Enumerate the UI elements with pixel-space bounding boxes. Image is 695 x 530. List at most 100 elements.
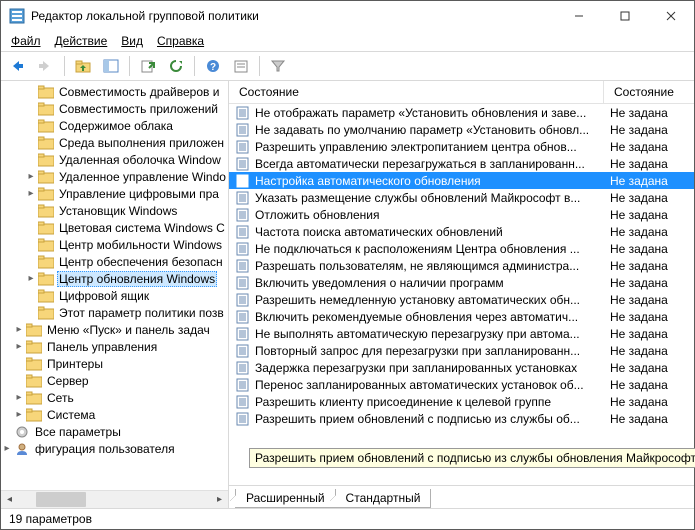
svg-text:?: ?	[210, 62, 216, 73]
list-row[interactable]: Всегда автоматически перезагружаться в з…	[229, 155, 694, 172]
list-row[interactable]: Разрешить прием обновлений с подписью из…	[229, 410, 694, 427]
row-text: Не выполнять автоматическую перезагрузку…	[255, 327, 604, 341]
tree-item[interactable]: ▸Панель управления	[1, 338, 228, 355]
maximize-button[interactable]	[602, 1, 648, 31]
list-row[interactable]: Не отображать параметр «Установить обнов…	[229, 104, 694, 121]
tree-item-label: Принтеры	[45, 357, 105, 371]
tree-item-label: Среда выполнения приложен	[57, 136, 226, 150]
tree-item[interactable]: Совместимость приложений	[1, 100, 228, 117]
tab-standard[interactable]: Стандартный	[335, 489, 432, 508]
row-status: Не задана	[604, 378, 694, 392]
list-header[interactable]: Состояние Состояние	[229, 81, 694, 104]
up-button[interactable]	[70, 54, 96, 78]
minimize-button[interactable]	[556, 1, 602, 31]
menu-action[interactable]: Действие	[55, 34, 108, 48]
tree-item[interactable]: ▸Меню «Пуск» и панель задач	[1, 321, 228, 338]
list-row[interactable]: Разрешить управлению электропитанием цен…	[229, 138, 694, 155]
tree-item-label: Удаленная оболочка Window	[57, 153, 223, 167]
close-button[interactable]	[648, 1, 694, 31]
tree-item[interactable]: ▸Центр обновления Windows	[1, 270, 228, 287]
list-row[interactable]: Перенос запланированных автоматических у…	[229, 376, 694, 393]
list-row[interactable]: Включить рекомендуемые обновления через …	[229, 308, 694, 325]
list-row[interactable]: Разрешать пользователям, не являющимся а…	[229, 257, 694, 274]
tree-item[interactable]: Центр мобильности Windows	[1, 236, 228, 253]
row-status: Не задана	[604, 106, 694, 120]
settings-list[interactable]: Не отображать параметр «Установить обнов…	[229, 104, 694, 485]
tree-item[interactable]: Цифровой ящик	[1, 287, 228, 304]
row-text: Всегда автоматически перезагружаться в з…	[255, 157, 604, 171]
tree-item[interactable]: ▸Система	[1, 406, 228, 423]
row-status: Не задана	[604, 191, 694, 205]
tree-item[interactable]: Центр обеспечения безопасн	[1, 253, 228, 270]
list-row[interactable]: Не подключаться к расположениям Центра о…	[229, 240, 694, 257]
toolbar: ?	[1, 52, 694, 81]
tree-item[interactable]: ▸Управление цифровыми пра	[1, 185, 228, 202]
refresh-button[interactable]	[163, 54, 189, 78]
row-text: Частота поиска автоматических обновлений	[255, 225, 604, 239]
tree-item-label: Центр обеспечения безопасн	[57, 255, 225, 269]
tree-item-label: Панель управления	[45, 340, 159, 354]
list-row[interactable]: Указать размещение службы обновлений Май…	[229, 189, 694, 206]
tree-item[interactable]: Содержимое облака	[1, 117, 228, 134]
row-status: Не задана	[604, 327, 694, 341]
menu-file[interactable]: Файл	[11, 34, 41, 48]
tree-item-label: Совместимость приложений	[57, 102, 220, 116]
tree-item[interactable]: Совместимость драйверов и	[1, 83, 228, 100]
row-text: Указать размещение службы обновлений Май…	[255, 191, 604, 205]
tree-item[interactable]: ▸Удаленное управление Windo	[1, 168, 228, 185]
tree-item[interactable]: Установщик Windows	[1, 202, 228, 219]
col-header-1[interactable]: Состояние	[229, 81, 604, 103]
row-status: Не задана	[604, 140, 694, 154]
list-row[interactable]: Не задавать по умолчанию параметр «Устан…	[229, 121, 694, 138]
list-row[interactable]: Разрешить немедленную установку автомати…	[229, 291, 694, 308]
app-window: Редактор локальной групповой политики Фа…	[0, 0, 695, 530]
row-text: Повторный запрос для перезагрузки при за…	[255, 344, 604, 358]
list-row[interactable]: Задержка перезагрузки при запланированны…	[229, 359, 694, 376]
list-row[interactable]: Частота поиска автоматических обновлений…	[229, 223, 694, 240]
show-hide-tree-button[interactable]	[98, 54, 124, 78]
tree-item-label: Содержимое облака	[57, 119, 175, 133]
tree-item[interactable]: Цветовая система Windows C	[1, 219, 228, 236]
row-text: Настройка автоматического обновления	[255, 174, 604, 188]
tree-item[interactable]: ▸Сеть	[1, 389, 228, 406]
filter-button[interactable]	[265, 54, 291, 78]
main-body: Совместимость драйверов и Совместимость п…	[1, 81, 694, 508]
row-text: Отложить обновления	[255, 208, 604, 222]
tree-item[interactable]: Этот параметр политики позв	[1, 304, 228, 321]
tree-item[interactable]: Удаленная оболочка Window	[1, 151, 228, 168]
tree-item[interactable]: Все параметры	[1, 423, 228, 440]
forward-button[interactable]	[33, 54, 59, 78]
back-button[interactable]	[5, 54, 31, 78]
tree-pane[interactable]: Совместимость драйверов и Совместимость п…	[1, 81, 229, 508]
tree-item-label: Цифровой ящик	[57, 289, 151, 303]
tree-item-label: Цветовая система Windows C	[57, 221, 227, 235]
menu-view[interactable]: Вид	[121, 34, 143, 48]
tree-item-label: Этот параметр политики позв	[57, 306, 226, 320]
tree-item[interactable]: Среда выполнения приложен	[1, 134, 228, 151]
menu-help[interactable]: Справка	[157, 34, 204, 48]
row-text: Не подключаться к расположениям Центра о…	[255, 242, 604, 256]
list-row[interactable]: Не выполнять автоматическую перезагрузку…	[229, 325, 694, 342]
tree-item-label: Центр обновления Windows	[57, 271, 217, 287]
tree-item[interactable]: Сервер	[1, 372, 228, 389]
row-text: Разрешать пользователям, не являющимся а…	[255, 259, 604, 273]
list-row[interactable]: Включить уведомления о наличии программН…	[229, 274, 694, 291]
row-status: Не задана	[604, 276, 694, 290]
row-status: Не задана	[604, 293, 694, 307]
list-row[interactable]: Разрешить клиенту присоединение к целево…	[229, 393, 694, 410]
row-text: Включить уведомления о наличии программ	[255, 276, 604, 290]
tree-item[interactable]: Принтеры	[1, 355, 228, 372]
list-row[interactable]: Повторный запрос для перезагрузки при за…	[229, 342, 694, 359]
col-header-2[interactable]: Состояние	[604, 81, 694, 103]
tree-item[interactable]: ▸фигурация пользователя	[1, 440, 228, 457]
tree-item-label: Все параметры	[33, 425, 123, 439]
export-button[interactable]	[135, 54, 161, 78]
properties-button[interactable]	[228, 54, 254, 78]
tree-hscroll[interactable]: ◂▸	[1, 490, 228, 508]
list-row[interactable]: Настройка автоматического обновленияНе з…	[229, 172, 694, 189]
help-button[interactable]: ?	[200, 54, 226, 78]
detail-pane: Состояние Состояние Не отображать параме…	[229, 81, 694, 508]
tree-item-label: Центр мобильности Windows	[57, 238, 224, 252]
tab-extended[interactable]: Расширенный	[235, 489, 336, 508]
list-row[interactable]: Отложить обновленияНе задана	[229, 206, 694, 223]
